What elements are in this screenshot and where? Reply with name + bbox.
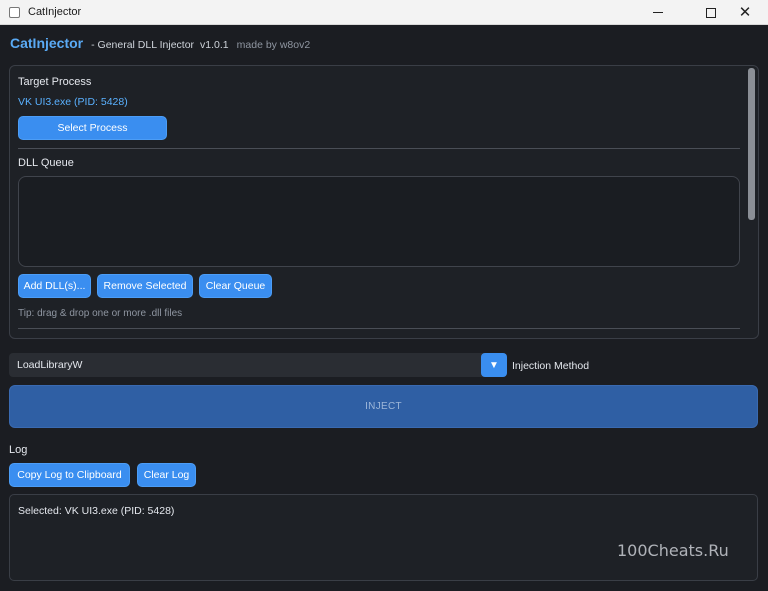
watermark-text: 100Cheats.Ru [617, 541, 729, 560]
inject-button[interactable]: INJECT [9, 385, 758, 428]
close-icon: ✕ [738, 4, 752, 21]
log-output[interactable]: Selected: VK UI3.exe (PID: 5428) [9, 494, 758, 581]
clear-queue-button[interactable]: Clear Queue [199, 274, 272, 298]
app-version: v1.0.1 [200, 39, 229, 51]
window-title: CatInjector [28, 6, 82, 18]
minimize-icon [653, 12, 663, 13]
vertical-scrollbar[interactable] [748, 68, 755, 336]
section-divider [18, 148, 740, 149]
add-dll-button[interactable]: Add DLL(s)... [18, 274, 91, 298]
log-line: Selected: VK UI3.exe (PID: 5428) [18, 505, 175, 517]
injection-method-value: LoadLibraryW [17, 359, 83, 371]
title-bar: CatInjector ✕ [0, 0, 768, 25]
app-icon [9, 7, 20, 18]
app-subtitle: - General DLL Injector [91, 39, 195, 51]
target-process-value: VK UI3.exe (PID: 5428) [18, 96, 128, 108]
drag-drop-tip: Tip: drag & drop one or more .dll files [18, 308, 183, 319]
scrollbar-thumb[interactable] [748, 68, 755, 220]
chevron-down-icon: ▼ [489, 359, 499, 371]
injection-method-select[interactable]: LoadLibraryW ▼ [9, 353, 507, 377]
minimize-button[interactable] [636, 0, 680, 25]
maximize-icon [706, 7, 716, 18]
app-header: CatInjector - General DLL Injector v1.0.… [10, 35, 310, 53]
dll-queue-label: DLL Queue [18, 157, 74, 169]
select-process-button[interactable]: Select Process [18, 116, 167, 140]
injection-method-label: Injection Method [512, 360, 590, 372]
section-divider-bottom [18, 328, 740, 329]
brand-title: CatInjector [10, 35, 84, 51]
log-label: Log [9, 444, 28, 456]
copy-log-button[interactable]: Copy Log to Clipboard [9, 463, 130, 487]
dropdown-button[interactable]: ▼ [481, 353, 507, 377]
dll-queue-list[interactable] [18, 176, 740, 267]
clear-log-button[interactable]: Clear Log [137, 463, 196, 487]
close-button[interactable]: ✕ [723, 0, 767, 25]
remove-selected-button[interactable]: Remove Selected [97, 274, 193, 298]
target-process-label: Target Process [18, 76, 92, 88]
settings-scroll-panel: Target Process VK UI3.exe (PID: 5428) Se… [9, 65, 759, 339]
app-author: made by w8ov2 [236, 39, 311, 51]
